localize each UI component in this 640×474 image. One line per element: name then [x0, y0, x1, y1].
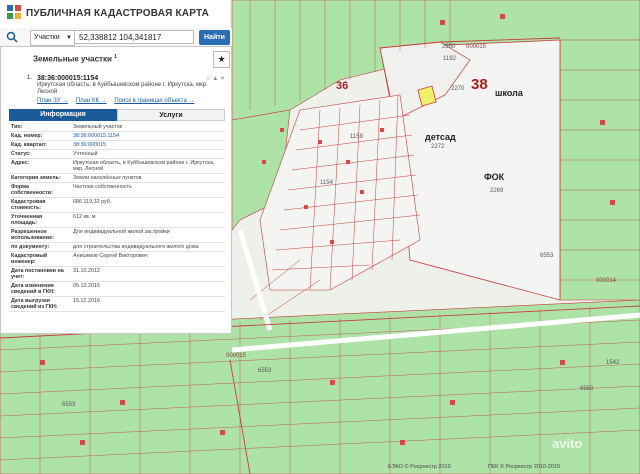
row-key: Уточненная площадь:	[9, 212, 71, 228]
search-icon[interactable]	[6, 31, 18, 43]
table-row: Кадастровая стоимость: 686 119,32 руб.	[9, 197, 225, 213]
row-value: 15.12.2016	[71, 296, 225, 312]
row-key: Кадастровая стоимость:	[9, 197, 71, 213]
row-key: Кад. квартал:	[9, 140, 71, 150]
map-label-fok: ФОК	[484, 172, 505, 182]
row-value: Частная собственность	[71, 182, 225, 198]
panel-header: Земельные участки 1	[1, 47, 211, 69]
row-key: Кадастровый инженер:	[9, 251, 71, 267]
table-row: по документу: для строительства индивидуа…	[9, 242, 225, 252]
map-label-1542: 1542	[606, 360, 620, 366]
chevron-down-icon: ▼	[66, 35, 72, 41]
map-label-2269: 2269	[490, 188, 504, 194]
row-value: 612 кв. м	[71, 212, 225, 228]
search-input[interactable]: 52,338812 104,341817	[74, 30, 194, 44]
app-header: ПУБЛИЧНАЯ КАДАСТРОВАЯ КАРТА	[0, 0, 230, 29]
map-label-6553a: 6553	[540, 253, 554, 259]
result-cadastral-number[interactable]: 38:36:000015:1154	[37, 75, 227, 82]
app-title: ПУБЛИЧНАЯ КАДАСТРОВАЯ КАРТА	[26, 8, 210, 19]
star-icon[interactable]: ★	[213, 51, 230, 68]
row-value: 05.12.2016	[71, 281, 225, 297]
row-key: Тип:	[9, 123, 71, 132]
result-index: 1.	[27, 75, 33, 81]
table-row: Кад. номер: 38:36:000015:1154	[9, 131, 225, 141]
result-item[interactable]: 1. 38:36:000015:1154 ☆ ▲ ✕ Иркутская обл…	[27, 75, 227, 104]
tab-information[interactable]: Информация	[9, 109, 117, 121]
row-value: Иркутская область, в Куйбышевском районе…	[71, 158, 225, 174]
panel-title: Земельные участки 1	[33, 54, 117, 64]
row-key: Адрес:	[9, 158, 71, 174]
row-key: Статус:	[9, 149, 71, 159]
search-in-bounds-link[interactable]: Поиск в границах объекта →	[114, 98, 194, 104]
result-links: План ЗУ → План КК → Поиск в границах объ…	[37, 98, 227, 104]
map-label-school: школа	[495, 88, 523, 98]
search-scope-select[interactable]: Участки ▼	[30, 30, 75, 46]
map-label-kindergarten: детсад	[425, 132, 456, 142]
map-label-2272: 2272	[431, 144, 445, 150]
row-key: Кад. номер:	[9, 131, 71, 141]
search-scope-label: Участки	[34, 34, 60, 41]
row-key: Дата изменения сведений в ГКН:	[9, 281, 71, 297]
plan-kk-link[interactable]: План КК →	[76, 98, 107, 104]
row-key: Дата постановки на учет:	[9, 266, 71, 282]
map-label-1159: 1159	[350, 134, 363, 140]
map-label-1192: 1192	[443, 56, 456, 62]
table-row: Тип: Земельный участок	[9, 123, 225, 132]
row-value: Анисимов Сергей Викторович	[71, 251, 225, 267]
table-row: Дата изменения сведений в ГКН: 05.12.2016	[9, 281, 225, 297]
map-label-000015-bottom: 000015	[226, 353, 247, 359]
map-label-6553c: 6553	[62, 402, 76, 408]
map-label-1154: 1154	[320, 180, 333, 186]
row-key: по документу:	[9, 242, 71, 252]
row-value: 31.10.2012	[71, 266, 225, 282]
table-row: Кадастровый инженер: Анисимов Сергей Викт…	[9, 251, 225, 267]
table-row: Уточненная площадь: 612 кв. м	[9, 212, 225, 228]
panel-title-text: Земельные участки	[33, 54, 112, 64]
map-label-6553b: 6553	[258, 368, 272, 374]
row-value[interactable]: 38:36:000015:1154	[71, 131, 225, 141]
table-row: Дата выгрузки сведений из ГКН: 15.12.2016	[9, 296, 225, 312]
row-value: Учтенный	[71, 149, 225, 159]
table-row: Разрешенное использование: Для индивидуал…	[9, 227, 225, 243]
map-label-2550: 2550	[442, 44, 456, 50]
map-label-000014: 000014	[596, 278, 617, 284]
map-label-000015-top: 000015	[466, 44, 487, 50]
table-row: Кад. квартал: 38:36:000015	[9, 140, 225, 150]
row-key: Категория земель:	[9, 173, 71, 183]
table-row: Дата постановки на учет: 31.10.2012	[9, 266, 225, 282]
search-bar: Участки ▼ 52,338812 104,341817 Найти	[0, 28, 232, 46]
row-key: Дата выгрузки сведений из ГКН:	[9, 296, 71, 312]
result-count: 1	[114, 54, 117, 60]
find-button[interactable]: Найти	[199, 30, 230, 45]
tab-services[interactable]: Услуги	[117, 109, 225, 121]
attribute-table: Тип: Земельный участок Кад. номер: 38:36:0…	[9, 123, 225, 312]
results-panel: Земельные участки 1 ★ 1. 38:36:000015:11…	[0, 46, 232, 334]
result-address: Иркутская область, в Куйбышевском районе…	[37, 82, 208, 95]
table-row: Категория земель: Земли населённых пункто…	[9, 173, 225, 183]
table-row: Форма собственности: Частная собственност…	[9, 182, 225, 198]
map-label-2270: 2270	[451, 86, 465, 92]
avito-watermark: avito	[552, 436, 583, 451]
copyright-pkk: ПКК © Росреестр 2010-2015	[488, 464, 561, 470]
map-label-6550: 6550	[580, 386, 594, 392]
panel-tabs: Информация Услуги	[9, 109, 225, 121]
row-key: Разрешенное использование:	[9, 227, 71, 243]
table-row: Статус: Учтенный	[9, 149, 225, 159]
map-footer: ЕЭКО © Росреестр 2010 ПКК © Росреестр 20…	[380, 462, 640, 474]
row-value[interactable]: 38:36:000015	[71, 140, 225, 150]
cadastre-logo-icon	[7, 5, 21, 19]
row-value: 686 119,32 руб.	[71, 197, 225, 213]
plan-zu-link[interactable]: План ЗУ →	[37, 98, 68, 104]
map-label-36: 36	[336, 80, 349, 92]
row-key: Форма собственности:	[9, 182, 71, 198]
row-value: Земельный участок	[71, 123, 225, 132]
result-actions[interactable]: ☆ ▲ ✕	[205, 75, 225, 82]
map-label-38: 38	[471, 76, 488, 93]
row-value: для строительства индивидуального жилого…	[71, 242, 225, 252]
table-row: Адрес: Иркутская область, в Куйбышевском …	[9, 158, 225, 174]
copyright-eeko: ЕЭКО © Росреестр 2010	[388, 464, 451, 470]
row-value: Для индивидуальной жилой застройки	[71, 227, 225, 243]
row-value: Земли населённых пунктов	[71, 173, 225, 183]
